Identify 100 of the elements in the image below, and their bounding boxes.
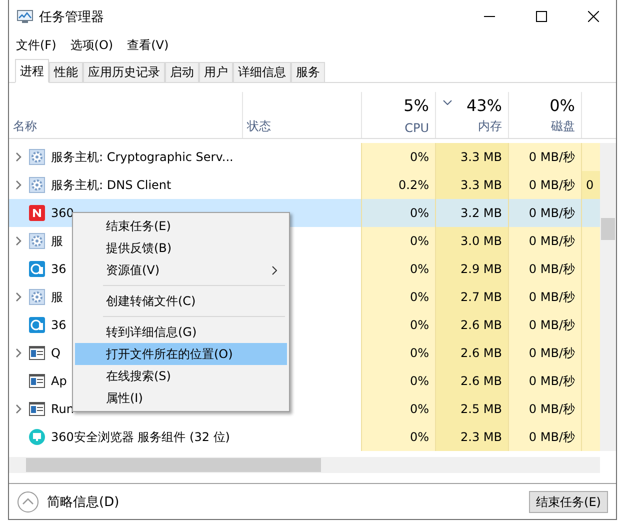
app-icon xyxy=(17,10,33,24)
process-row[interactable]: 服务主机: DNS Client 0.2% 3.3 MB 0 MB/秒 0 xyxy=(9,171,600,199)
gear-icon xyxy=(29,233,45,249)
disk-cell: 0 MB/秒 xyxy=(508,311,581,339)
memory-cell: 2.5 MB xyxy=(435,395,508,423)
process-name: 36 xyxy=(51,318,66,332)
window-title: 任务管理器 xyxy=(39,8,105,26)
window-icon xyxy=(29,374,45,388)
tab[interactable]: 启动 xyxy=(165,62,199,82)
disk-cell: 0 MB/秒 xyxy=(508,171,581,199)
cpu-cell: 0% xyxy=(361,143,435,171)
usage-percent: 43% xyxy=(466,96,502,115)
process-name: 360安全浏览器 服务组件 (32 位) xyxy=(51,428,230,446)
context-menu-item[interactable]: 创建转储文件(C) xyxy=(75,290,287,312)
column-header-cell[interactable]: 43% 内存 xyxy=(435,92,508,138)
disk-cell: 0 MB/秒 xyxy=(508,339,581,367)
window-icon xyxy=(29,402,45,416)
process-name: 服务主机: DNS Client xyxy=(51,176,172,194)
column-header[interactable]: CPU xyxy=(404,121,429,135)
expand-chevron-icon[interactable] xyxy=(15,292,23,302)
end-task-button[interactable]: 结束任务(E) xyxy=(529,490,608,512)
table-cell: 0 xyxy=(581,171,600,199)
context-menu-item[interactable]: 资源值(V) xyxy=(75,259,287,281)
process-row[interactable]: 服务主机: Cryptographic Serv... 0% 3.3 MB 0 MB/秒 xyxy=(9,143,600,171)
memory-cell: 2.9 MB xyxy=(435,255,508,283)
context-menu-item[interactable]: 转到详细信息(G) xyxy=(75,321,287,343)
browser-icon xyxy=(29,317,45,333)
process-name: 36 xyxy=(51,262,66,276)
expand-chevron-icon[interactable] xyxy=(15,348,23,358)
memory-cell: 2.6 MB xyxy=(435,339,508,367)
disk-cell: 0 MB/秒 xyxy=(508,227,581,255)
column-header[interactable]: 名称 xyxy=(13,118,37,135)
cpu-cell: 0% xyxy=(361,423,435,451)
disk-cell: 0 MB/秒 xyxy=(508,283,581,311)
window-icon xyxy=(29,346,45,360)
tab[interactable]: 详细信息 xyxy=(233,62,291,82)
cpu-cell: 0% xyxy=(361,367,435,395)
cpu-cell: 0% xyxy=(361,311,435,339)
tab[interactable]: 用户 xyxy=(199,62,233,82)
memory-cell: 3.0 MB xyxy=(435,227,508,255)
usage-percent: 0% xyxy=(550,96,575,115)
context-menu-item[interactable]: 属性(I) xyxy=(75,387,287,409)
cpu-cell: 0% xyxy=(361,199,435,227)
expand-chevron-icon[interactable] xyxy=(15,180,23,190)
menu-item[interactable]: 选项(O) xyxy=(70,36,114,54)
usage-percent: 5% xyxy=(404,96,429,115)
process-name: 服 xyxy=(51,288,63,306)
expand-chevron-icon[interactable] xyxy=(15,404,23,414)
column-header[interactable]: 磁盘 xyxy=(551,118,575,135)
process-name: Q xyxy=(51,346,60,360)
horizontal-scrollbar[interactable] xyxy=(9,457,600,473)
tab[interactable]: 进程 xyxy=(15,59,49,83)
disk-cell: 0 MB/秒 xyxy=(508,395,581,423)
memory-cell: 2.7 MB xyxy=(435,283,508,311)
memory-cell: 2.6 MB xyxy=(435,367,508,395)
sort-chevron-icon xyxy=(443,100,452,105)
minimize-icon xyxy=(484,16,494,17)
memory-cell: 3.3 MB xyxy=(435,171,508,199)
gear-icon xyxy=(29,289,45,305)
column-header-cell[interactable]: 5% CPU xyxy=(361,92,435,138)
disk-cell: 0 MB/秒 xyxy=(508,255,581,283)
disk-cell: 0 MB/秒 xyxy=(508,199,581,227)
gear-icon xyxy=(29,177,45,193)
column-header[interactable]: 内存 xyxy=(478,118,502,135)
browser-icon xyxy=(29,261,45,277)
disk-cell: 0 MB/秒 xyxy=(508,423,581,451)
context-menu-item[interactable]: 提供反馈(B) xyxy=(75,237,287,259)
disk-cell: 0 MB/秒 xyxy=(508,367,581,395)
close-icon xyxy=(588,11,598,22)
process-name: 服务主机: Cryptographic Serv... xyxy=(51,148,234,166)
expand-chevron-icon[interactable] xyxy=(15,152,23,162)
cpu-cell: 0% xyxy=(361,395,435,423)
cpu-cell: 0.2% xyxy=(361,171,435,199)
expand-chevron-icon[interactable] xyxy=(15,236,23,246)
memory-cell: 2.6 MB xyxy=(435,311,508,339)
monitor-icon xyxy=(29,429,45,445)
cpu-cell: 0% xyxy=(361,227,435,255)
process-row[interactable]: 360安全浏览器 服务组件 (32 位) 0% 2.3 MB 0 MB/秒 xyxy=(9,423,600,451)
context-menu-item[interactable]: 在线搜索(S) xyxy=(75,365,287,387)
vertical-scrollbar[interactable] xyxy=(600,143,616,451)
chevron-up-icon xyxy=(17,490,39,512)
column-header-cell[interactable]: 0% 磁盘 xyxy=(508,92,581,138)
context-menu-item[interactable]: 打开文件所在的位置(O) xyxy=(75,343,287,365)
cpu-cell: 0% xyxy=(361,255,435,283)
column-header[interactable]: 状态 xyxy=(247,118,271,135)
tab[interactable]: 性能 xyxy=(49,62,83,82)
cpu-cell: 0% xyxy=(361,283,435,311)
cpu-cell: 0% xyxy=(361,339,435,367)
process-name: 服 xyxy=(51,232,63,250)
menu-item[interactable]: 查看(V) xyxy=(127,36,169,54)
maximize-icon xyxy=(536,11,546,22)
memory-cell: 3.3 MB xyxy=(435,143,508,171)
memory-cell: 2.3 MB xyxy=(435,423,508,451)
process-name: Ap xyxy=(51,374,67,388)
menu-item[interactable]: 文件(F) xyxy=(16,36,56,54)
gear-icon xyxy=(29,149,45,165)
app-icon xyxy=(29,205,45,221)
details-toggle[interactable]: 简略信息(D) xyxy=(17,490,120,512)
tab[interactable]: 服务 xyxy=(291,62,325,82)
tab[interactable]: 应用历史记录 xyxy=(83,62,165,82)
